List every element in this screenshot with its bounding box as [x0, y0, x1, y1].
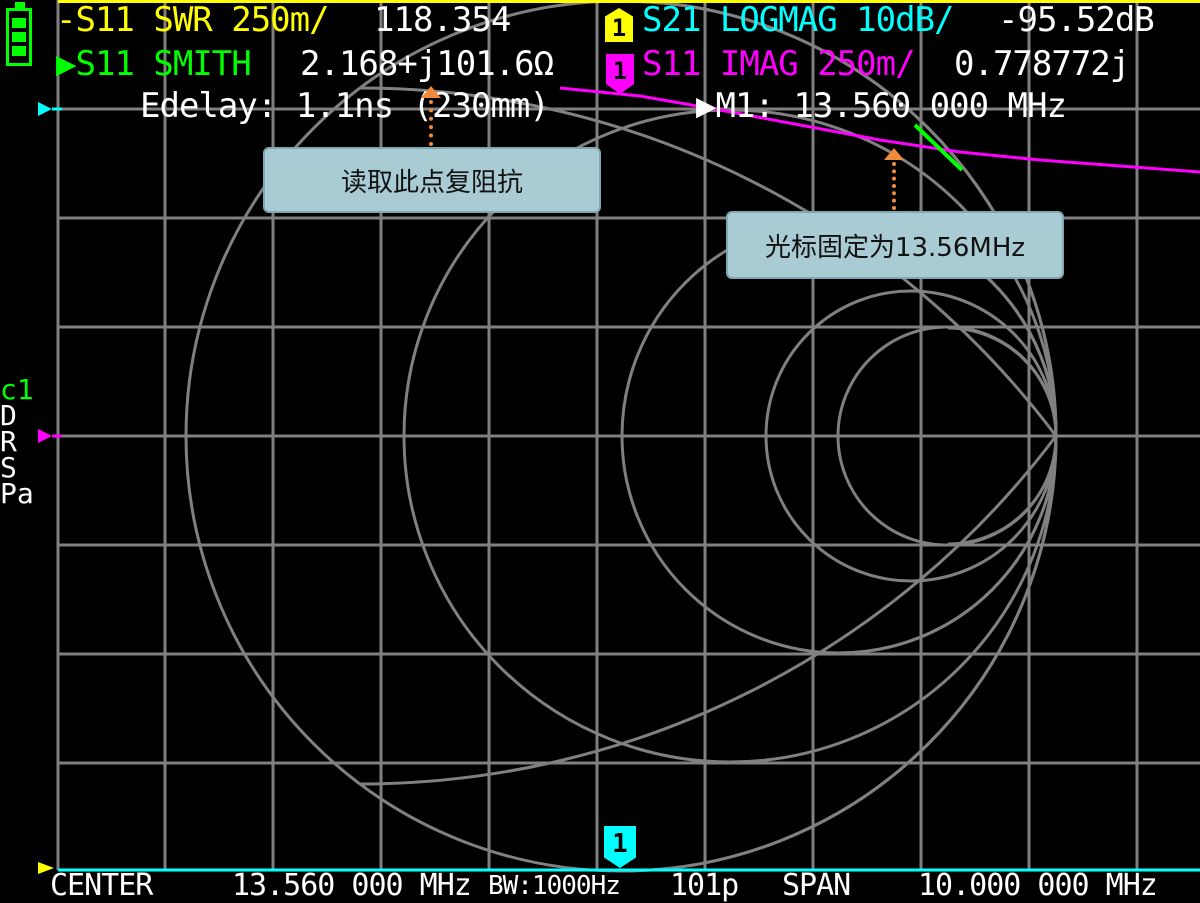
footer-span-value: 10.000 000 MHz — [918, 868, 1158, 903]
ref-marker-cyan-icon — [38, 102, 52, 116]
footer-bw: BW:1000Hz — [488, 871, 621, 901]
trace-swr-value: 118.354 — [374, 0, 511, 40]
trace-imag-label: S11 IMAG 250m/ — [642, 44, 916, 84]
footer-points: 101p — [670, 868, 739, 903]
trace-logmag-value: -95.52dB — [998, 0, 1155, 40]
callout-cursor-note: 光标固定为13.56MHz — [726, 211, 1064, 279]
callout-impedance-note: 读取此点复阻抗 — [263, 147, 601, 213]
ref-marker-magenta-icon — [38, 429, 52, 443]
trace-swr-label: -S11 SWR 250m/ — [56, 0, 330, 40]
trace-smith-value: 2.168+j101.6Ω — [300, 44, 554, 84]
footer-center-value: 13.560 000 MHz — [232, 868, 472, 903]
callout-arrowhead-icon — [884, 148, 904, 160]
smith-circles — [184, 0, 1058, 873]
callout-leader-line — [892, 162, 896, 210]
callout-arrowhead-icon — [421, 86, 441, 98]
side-label-pa: Pa — [0, 477, 34, 510]
nanovna-screen: -S11 SWR 250m/ 118.354 1 S21 LOGMAG 10dB… — [0, 0, 1200, 903]
trace-smith-label: ▶S11 SMITH — [56, 44, 252, 84]
marker-readout: ▶M1: 13.560 000 MHz — [696, 86, 1067, 126]
edelay-readout: Edelay: 1.1ns (230mm) — [140, 86, 550, 126]
smith-chart-grid — [38, 0, 1200, 874]
footer-center-label: CENTER — [50, 868, 153, 903]
trace-logmag-label: S21 LOGMAG 10dB/ — [642, 0, 955, 40]
battery-icon — [6, 2, 32, 66]
trace-imag-value: 0.778772j — [954, 44, 1130, 84]
footer-span-label: SPAN — [782, 868, 851, 903]
callout-leader-line — [429, 100, 433, 146]
